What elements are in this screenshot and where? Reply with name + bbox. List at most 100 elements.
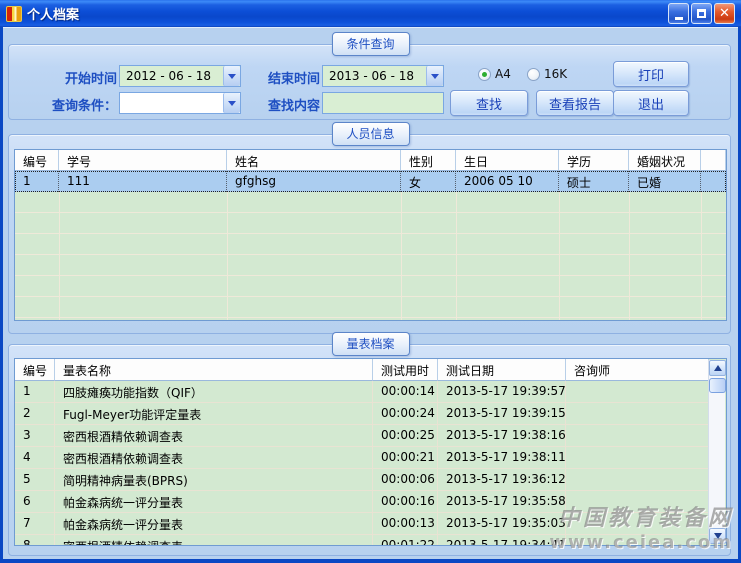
query-group-label: 条件查询 [331, 32, 409, 56]
table-row[interactable]: 7 帕金森病统一评分量表 00:00:13 2013-5-17 19:35:03 [15, 513, 709, 535]
cell-test-duration: 00:00:16 [373, 491, 438, 513]
cell-test-date: 2013-5-17 19:39:15 [438, 403, 566, 425]
paper-a4-label: A4 [495, 67, 511, 81]
person-group-label: 人员信息 [331, 122, 409, 146]
cell-test-date: 2013-5-17 19:34:41 [438, 535, 566, 546]
end-time-combobox[interactable]: 2013 - 06 - 18 [322, 65, 444, 87]
chevron-down-icon [228, 74, 236, 79]
scroll-up-button[interactable] [709, 360, 726, 376]
column-header[interactable]: 咨询师 [566, 359, 709, 381]
arrow-down-icon [714, 533, 722, 539]
radio-selected-icon [478, 68, 491, 81]
window-title: 个人档案 [27, 4, 668, 23]
scrollbar[interactable] [708, 360, 725, 544]
column-header[interactable]: 生日 [456, 150, 559, 171]
column-header-filler [701, 150, 726, 171]
window-content: 条件查询 开始时间： 2012 - 06 - 18 结束时间： 2013 - 0… [3, 27, 738, 559]
cell-scale-name: Fugl-Meyer功能评定量表 [55, 403, 373, 425]
query-condition-dropdown-button[interactable] [223, 93, 240, 113]
column-header[interactable]: 编号 [15, 150, 59, 171]
column-header[interactable]: 学历 [559, 150, 629, 171]
person-table-empty-area [15, 192, 726, 320]
cell-test-duration: 00:00:14 [373, 381, 438, 403]
cell-birthday: 2006 05 10 [456, 171, 559, 192]
column-header[interactable]: 姓名 [227, 150, 401, 171]
column-header[interactable]: 测试日期 [438, 359, 566, 381]
cell-id: 3 [15, 425, 55, 447]
start-time-value: 2012 - 06 - 18 [120, 66, 223, 86]
column-header[interactable]: 学号 [59, 150, 227, 171]
end-time-value: 2013 - 06 - 18 [323, 66, 426, 86]
cell-counselor [566, 381, 709, 403]
person-table-header: 编号 学号 姓名 性别 生日 学历 婚姻状况 [15, 150, 726, 171]
cell-test-date: 2013-5-17 19:38:11 [438, 447, 566, 469]
cell-test-date: 2013-5-17 19:36:12 [438, 469, 566, 491]
scale-table-header: 编号 量表名称 测试用时 测试日期 咨询师 [15, 359, 709, 381]
maximize-icon [697, 9, 706, 18]
cell-scale-name: 密西根酒精依赖调查表 [55, 425, 373, 447]
cell-scale-name: 密西根酒精依赖调查表 [55, 535, 373, 546]
cell-test-duration: 00:00:25 [373, 425, 438, 447]
start-time-combobox[interactable]: 2012 - 06 - 18 [119, 65, 241, 87]
radio-unselected-icon [527, 68, 540, 81]
cell-counselor [566, 403, 709, 425]
query-condition-value [120, 93, 223, 113]
cell-id: 1 [15, 381, 55, 403]
cell-id: 1 [15, 171, 59, 192]
cell-scale-name: 四肢瘫痪功能指数（QIF） [55, 381, 373, 403]
cell-counselor [566, 513, 709, 535]
cell-test-date: 2013-5-17 19:38:16 [438, 425, 566, 447]
table-row[interactable]: 8 密西根酒精依赖调查表 00:01:22 2013-5-17 19:34:41 [15, 535, 709, 546]
cell-scale-name: 帕金森病统一评分量表 [55, 491, 373, 513]
cell-test-duration: 00:01:22 [373, 535, 438, 546]
search-button[interactable]: 查找 [450, 90, 528, 116]
cell-counselor [566, 491, 709, 513]
column-header[interactable]: 性别 [401, 150, 456, 171]
cell-scale-name: 简明精神病量表(BPRS) [55, 469, 373, 491]
scale-table: 编号 量表名称 测试用时 测试日期 咨询师 1 四肢瘫痪功能指数（QIF） 00… [14, 358, 727, 546]
view-report-button[interactable]: 查看报告 [536, 90, 614, 116]
cell-filler [701, 171, 726, 192]
app-window: 个人档案 ✕ 条件查询 开始时间： 2012 - 06 - 18 结束时间： 2… [0, 0, 741, 563]
person-table: 编号 学号 姓名 性别 生日 学历 婚姻状况 1 111 gfghsg [14, 149, 727, 321]
scrollbar-thumb[interactable] [709, 378, 726, 393]
column-header[interactable]: 编号 [15, 359, 55, 381]
cell-gender: 女 [401, 171, 456, 192]
cell-counselor [566, 447, 709, 469]
maximize-button[interactable] [691, 3, 712, 24]
table-row[interactable]: 4 密西根酒精依赖调查表 00:00:21 2013-5-17 19:38:11 [15, 447, 709, 469]
paper-16k-radio[interactable]: 16K [527, 67, 567, 81]
scales-group-label: 量表档案 [331, 332, 409, 356]
table-row[interactable]: 3 密西根酒精依赖调查表 00:00:25 2013-5-17 19:38:16 [15, 425, 709, 447]
table-row[interactable]: 1 111 gfghsg 女 2006 05 10 硕士 已婚 [15, 171, 726, 192]
query-condition-label: 查询条件： [52, 95, 117, 114]
end-time-dropdown-button[interactable] [426, 66, 443, 86]
chevron-down-icon [431, 74, 439, 79]
search-content-input[interactable] [322, 92, 444, 114]
cell-test-date: 2013-5-17 19:35:58 [438, 491, 566, 513]
cell-id: 6 [15, 491, 55, 513]
scroll-down-button[interactable] [709, 528, 726, 544]
column-header[interactable]: 量表名称 [55, 359, 373, 381]
arrow-up-icon [714, 365, 722, 371]
minimize-button[interactable] [668, 3, 689, 24]
table-row[interactable]: 5 简明精神病量表(BPRS) 00:00:06 2013-5-17 19:36… [15, 469, 709, 491]
paper-a4-radio[interactable]: A4 [478, 67, 511, 81]
table-row[interactable]: 1 四肢瘫痪功能指数（QIF） 00:00:14 2013-5-17 19:39… [15, 381, 709, 403]
query-condition-combobox[interactable] [119, 92, 241, 114]
close-button[interactable]: ✕ [714, 3, 735, 24]
print-button[interactable]: 打印 [613, 61, 689, 87]
app-icon [6, 6, 22, 22]
start-time-dropdown-button[interactable] [223, 66, 240, 86]
table-row[interactable]: 2 Fugl-Meyer功能评定量表 00:00:24 2013-5-17 19… [15, 403, 709, 425]
paper-16k-label: 16K [544, 67, 567, 81]
table-row[interactable]: 6 帕金森病统一评分量表 00:00:16 2013-5-17 19:35:58 [15, 491, 709, 513]
column-header[interactable]: 测试用时 [373, 359, 438, 381]
close-icon: ✕ [719, 6, 730, 21]
column-header[interactable]: 婚姻状况 [629, 150, 701, 171]
cell-student-no: 111 [59, 171, 227, 192]
titlebar: 个人档案 ✕ [0, 0, 741, 27]
cell-test-date: 2013-5-17 19:35:03 [438, 513, 566, 535]
exit-button[interactable]: 退出 [613, 90, 689, 116]
cell-test-duration: 00:00:24 [373, 403, 438, 425]
